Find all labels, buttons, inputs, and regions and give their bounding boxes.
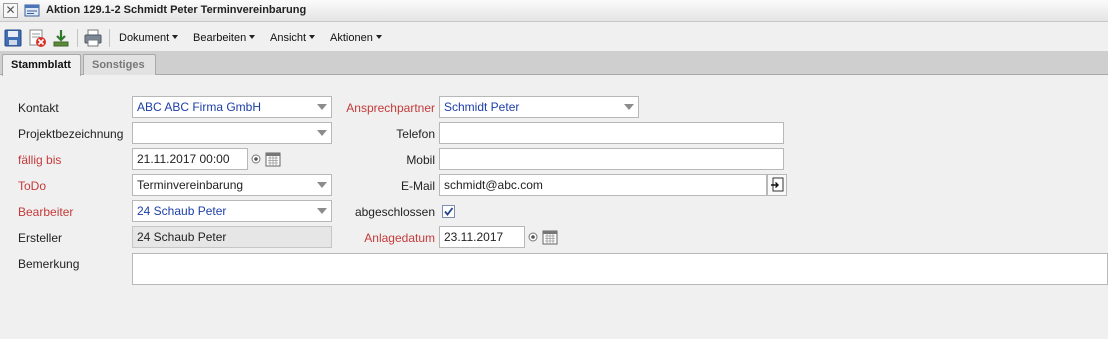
telefon-field[interactable] xyxy=(439,122,784,144)
bemerkung-textarea[interactable] xyxy=(132,253,1108,285)
bearbeiter-value: 24 Schaub Peter xyxy=(137,204,227,218)
chevron-down-icon xyxy=(172,35,179,39)
anlagedatum-field[interactable]: 23.11.2017 xyxy=(439,226,525,248)
delete-icon[interactable] xyxy=(27,28,47,48)
send-mail-icon xyxy=(771,177,784,192)
ansprechpartner-combo[interactable]: Schmidt Peter xyxy=(439,96,639,118)
chevron-down-icon xyxy=(375,35,382,39)
tab-sonstiges[interactable]: Sonstiges xyxy=(83,54,156,75)
menu-bearbeiten[interactable]: Bearbeiten xyxy=(193,32,256,44)
abgeschlossen-checkbox[interactable] xyxy=(442,205,455,218)
mobil-label: Mobil xyxy=(406,153,435,167)
download-icon[interactable] xyxy=(51,28,71,48)
menu-dokument-label: Dokument xyxy=(119,32,170,44)
telefon-label: Telefon xyxy=(396,127,435,141)
menu-aktionen[interactable]: Aktionen xyxy=(330,32,382,44)
ansprechpartner-label: Ansprechpartner xyxy=(346,101,435,115)
bearbeiter-label: Bearbeiter xyxy=(18,205,74,219)
projektbezeichnung-combo[interactable] xyxy=(132,122,332,144)
chevron-down-icon xyxy=(249,35,256,39)
anlagedatum-label: Anlagedatum xyxy=(364,231,435,245)
mobil-field[interactable] xyxy=(439,148,784,170)
kontakt-value: ABC ABC Firma GmbH xyxy=(137,100,262,114)
menu-bearbeiten-label: Bearbeiten xyxy=(193,32,247,44)
toolbar-separator xyxy=(77,29,78,47)
document-icon xyxy=(24,4,40,17)
bearbeiter-combo[interactable]: 24 Schaub Peter xyxy=(132,200,332,222)
ansprechpartner-value: Schmidt Peter xyxy=(444,100,520,114)
chevron-down-icon xyxy=(309,35,316,39)
email-field[interactable]: schmidt@abc.com xyxy=(439,174,767,196)
toolbar: Dokument Bearbeiten Ansicht Aktionen xyxy=(0,26,1108,51)
faellig-bis-value: 21.11.2017 00:00 xyxy=(137,152,230,166)
bemerkung-label: Bemerkung xyxy=(18,257,80,271)
combo-dropdown-icon[interactable] xyxy=(313,175,331,195)
toolbar-separator xyxy=(109,29,110,47)
menu-ansicht-label: Ansicht xyxy=(270,32,307,44)
todo-combo[interactable]: Terminvereinbarung xyxy=(132,174,332,196)
tab-bar: Stammblatt Sonstiges xyxy=(0,51,1108,76)
combo-dropdown-icon[interactable] xyxy=(313,123,331,143)
clear-icon[interactable] xyxy=(528,232,538,242)
menu-aktionen-label: Aktionen xyxy=(330,32,373,44)
calendar-icon[interactable] xyxy=(542,229,558,245)
combo-dropdown-icon[interactable] xyxy=(620,97,638,117)
ersteller-label: Ersteller xyxy=(18,231,63,245)
projektbezeichnung-label: Projektbezeichnung xyxy=(18,127,124,141)
email-send-button[interactable] xyxy=(767,174,787,196)
clear-icon[interactable] xyxy=(251,154,261,164)
ersteller-value: 24 Schaub Peter xyxy=(137,230,227,244)
combo-dropdown-icon[interactable] xyxy=(313,97,331,117)
menu-dokument[interactable]: Dokument xyxy=(119,32,179,44)
ersteller-field: 24 Schaub Peter xyxy=(132,226,332,248)
faellig-bis-label: fällig bis xyxy=(18,153,62,167)
anlagedatum-value: 23.11.2017 xyxy=(444,230,504,244)
calendar-icon[interactable] xyxy=(265,151,281,167)
close-icon[interactable]: ✕ xyxy=(3,3,18,18)
todo-value: Terminvereinbarung xyxy=(137,178,244,192)
abgeschlossen-label: abgeschlossen xyxy=(354,205,435,219)
kontakt-label: Kontakt xyxy=(18,101,59,115)
combo-dropdown-icon[interactable] xyxy=(313,201,331,221)
menu-ansicht[interactable]: Ansicht xyxy=(270,32,316,44)
email-label: E-Mail xyxy=(400,179,435,193)
checkmark-icon xyxy=(444,207,454,216)
todo-label: ToDo xyxy=(18,179,47,193)
email-value: schmidt@abc.com xyxy=(444,178,543,192)
tab-stammblatt[interactable]: Stammblatt xyxy=(2,54,81,76)
window-titlebar: ✕ Aktion 129.1-2 Schmidt Peter Terminver… xyxy=(0,0,1108,22)
save-icon[interactable] xyxy=(3,28,23,48)
print-icon[interactable] xyxy=(83,28,103,48)
window-title: Aktion 129.1-2 Schmidt Peter Terminverei… xyxy=(46,4,307,16)
faellig-bis-field[interactable]: 21.11.2017 00:00 xyxy=(132,148,248,170)
kontakt-combo[interactable]: ABC ABC Firma GmbH xyxy=(132,96,332,118)
